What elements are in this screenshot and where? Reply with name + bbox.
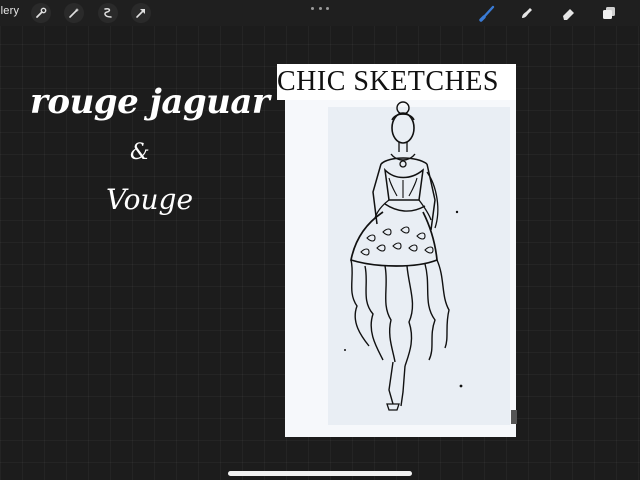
transform-arrow-icon[interactable] <box>131 3 151 23</box>
brand-subtitle-text: Vouge <box>106 183 194 216</box>
selection-icon[interactable] <box>98 3 118 23</box>
layers-icon[interactable] <box>599 3 619 23</box>
canvas-header-title: CHIC SKETCHES <box>277 66 499 97</box>
more-options-icon[interactable] <box>311 4 329 12</box>
canvas-side-handle[interactable] <box>511 410 517 424</box>
top-toolbar: llery <box>0 0 640 26</box>
wrench-icon[interactable] <box>31 3 51 23</box>
eraser-icon[interactable] <box>559 3 579 23</box>
dot <box>311 6 314 10</box>
ampersand-text: & <box>130 140 150 165</box>
fashion-sketch-illustration <box>344 101 463 411</box>
brand-name-text: rouge jaguar <box>30 82 270 122</box>
brush-icon[interactable] <box>478 3 498 23</box>
smudge-icon[interactable] <box>517 3 537 23</box>
dot <box>326 6 329 10</box>
home-indicator[interactable] <box>228 471 412 476</box>
magic-wand-icon[interactable] <box>64 3 84 23</box>
dot <box>318 6 322 10</box>
gallery-link[interactable]: llery <box>0 5 19 17</box>
